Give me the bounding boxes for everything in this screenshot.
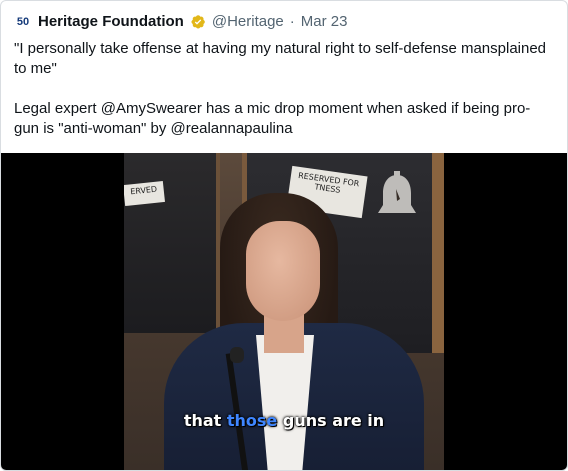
caption-post: guns are in (282, 411, 385, 430)
reserved-sign-left: ERVED (124, 180, 165, 207)
tweet-header: 50 Heritage Foundation @Heritage · Mar 2… (14, 13, 348, 31)
handle[interactable]: @Heritage (212, 13, 284, 31)
video-caption: that those guns are in (124, 411, 444, 430)
tweet-text-description: Legal expert @AmySwearer has a mic drop … (14, 100, 531, 137)
tweet-date[interactable]: Mar 23 (301, 13, 348, 31)
speaker-face (246, 221, 320, 321)
caption-highlight: those (226, 411, 278, 430)
chair-left (124, 153, 220, 333)
tweet-text-quote: "I personally take offense at having my … (14, 40, 547, 77)
caption-pre: that (183, 411, 222, 430)
liberty-bell-watermark-icon (378, 171, 416, 213)
microphone-icon (230, 347, 244, 363)
chair-right (432, 153, 444, 353)
tweet-text: "I personally take offense at having my … (14, 39, 554, 139)
display-name[interactable]: Heritage Foundation (38, 13, 184, 31)
separator-dot: · (289, 13, 295, 30)
video-player[interactable]: ERVED RESERVED FOR TNESS that those guns… (1, 153, 567, 470)
avatar[interactable]: 50 (14, 13, 32, 31)
tweet-card[interactable]: 50 Heritage Foundation @Heritage · Mar 2… (0, 0, 568, 471)
verified-badge-icon (191, 15, 205, 29)
